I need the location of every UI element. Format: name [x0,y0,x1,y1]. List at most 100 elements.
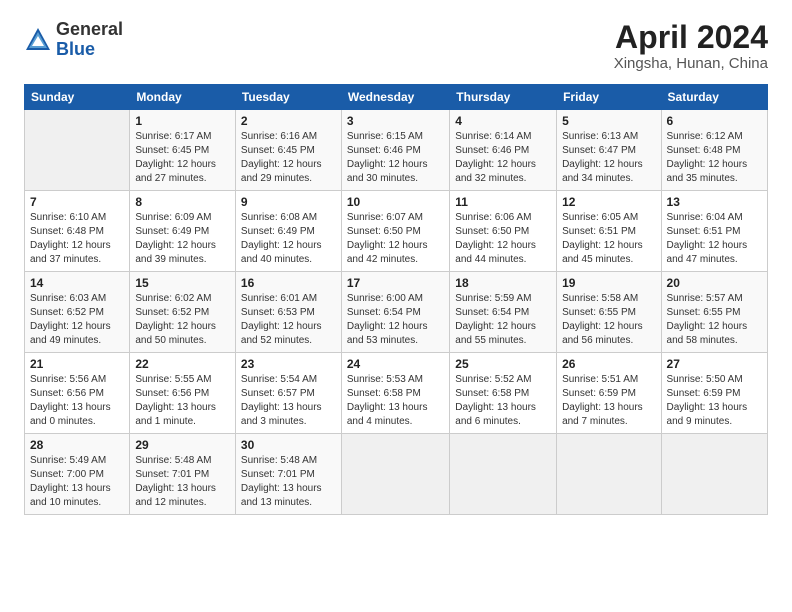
day-number: 17 [347,276,444,290]
calendar-body: 1Sunrise: 6:17 AMSunset: 6:45 PMDaylight… [25,110,768,515]
title-block: April 2024 Xingsha, Hunan, China [614,20,768,72]
day-info: Sunrise: 5:51 AMSunset: 6:59 PMDaylight:… [562,373,655,429]
calendar-cell: 14 Sunrise: 6:03 AMSunset: 6:52 PMDayligh… [25,272,130,353]
day-info: Sunrise: 5:53 AMSunset: 6:58 PMDaylight:… [347,373,444,429]
day-number: 7 [30,195,124,209]
day-info: Sunrise: 5:52 AMSunset: 6:58 PMDaylight:… [455,373,551,429]
calendar-week-row: 28 Sunrise: 5:49 AMSunset: 7:00 PMDayligh… [25,434,768,515]
calendar-cell [450,434,557,515]
calendar-week-row: 14 Sunrise: 6:03 AMSunset: 6:52 PMDayligh… [25,272,768,353]
page: General Blue April 2024 Xingsha, Hunan, … [0,0,792,531]
calendar-cell [557,434,661,515]
calendar-title: April 2024 [614,20,768,55]
calendar-cell: 11Sunrise: 6:06 AMSunset: 6:50 PMDayligh… [450,191,557,272]
day-info: Sunrise: 6:04 AMSunset: 6:51 PMDaylight:… [667,211,762,267]
logo-icon [24,26,52,54]
day-number: 16 [241,276,336,290]
day-info: Sunrise: 6:01 AMSunset: 6:53 PMDaylight:… [241,292,336,348]
day-number: 24 [347,357,444,371]
day-info: Sunrise: 5:50 AMSunset: 6:59 PMDaylight:… [667,373,762,429]
calendar-table: SundayMondayTuesdayWednesdayThursdayFrid… [24,84,768,515]
logo-text: General Blue [56,20,123,60]
calendar-cell: 2 Sunrise: 6:16 AMSunset: 6:45 PMDaylight… [235,110,341,191]
calendar-cell: 29Sunrise: 5:48 AMSunset: 7:01 PMDayligh… [130,434,236,515]
logo-blue-text: Blue [56,40,123,60]
calendar-week-row: 21Sunrise: 5:56 AMSunset: 6:56 PMDayligh… [25,353,768,434]
day-info: Sunrise: 6:06 AMSunset: 6:50 PMDaylight:… [455,211,551,267]
calendar-week-row: 7Sunrise: 6:10 AMSunset: 6:48 PMDaylight… [25,191,768,272]
day-number: 27 [667,357,762,371]
day-info: Sunrise: 6:05 AMSunset: 6:51 PMDaylight:… [562,211,655,267]
day-number: 30 [241,438,336,452]
calendar-week-row: 1Sunrise: 6:17 AMSunset: 6:45 PMDaylight… [25,110,768,191]
day-number: 22 [135,357,230,371]
day-number: 9 [241,195,336,209]
day-info: Sunrise: 6:07 AMSunset: 6:50 PMDaylight:… [347,211,444,267]
calendar-cell: 23 Sunrise: 5:54 AMSunset: 6:57 PMDayligh… [235,353,341,434]
day-number: 2 [241,114,336,128]
calendar-cell: 24 Sunrise: 5:53 AMSunset: 6:58 PMDayligh… [341,353,449,434]
calendar-cell [661,434,767,515]
day-info: Sunrise: 5:54 AMSunset: 6:57 PMDaylight:… [241,373,336,429]
day-number: 18 [455,276,551,290]
calendar-cell: 9Sunrise: 6:08 AMSunset: 6:49 PMDaylight… [235,191,341,272]
day-number: 21 [30,357,124,371]
calendar-cell [341,434,449,515]
day-number: 26 [562,357,655,371]
calendar-cell: 3 Sunrise: 6:15 AMSunset: 6:46 PMDaylight… [341,110,449,191]
day-number: 15 [135,276,230,290]
calendar-header: SundayMondayTuesdayWednesdayThursdayFrid… [25,85,768,110]
calendar-cell: 16 Sunrise: 6:01 AMSunset: 6:53 PMDayligh… [235,272,341,353]
day-number: 14 [30,276,124,290]
calendar-cell: 17 Sunrise: 6:00 AMSunset: 6:54 PMDayligh… [341,272,449,353]
day-info: Sunrise: 6:14 AMSunset: 6:46 PMDaylight:… [455,130,551,186]
day-info: Sunrise: 5:49 AMSunset: 7:00 PMDaylight:… [30,454,124,510]
day-info: Sunrise: 6:03 AMSunset: 6:52 PMDaylight:… [30,292,124,348]
logo-general-text: General [56,20,123,40]
weekday-header: Saturday [661,85,767,110]
calendar-subtitle: Xingsha, Hunan, China [614,55,768,72]
weekday-header: Friday [557,85,661,110]
calendar-cell: 26 Sunrise: 5:51 AMSunset: 6:59 PMDayligh… [557,353,661,434]
day-info: Sunrise: 5:48 AMSunset: 7:01 PMDaylight:… [241,454,336,510]
weekday-header: Sunday [25,85,130,110]
day-number: 1 [135,114,230,128]
day-number: 3 [347,114,444,128]
day-info: Sunrise: 5:59 AMSunset: 6:54 PMDaylight:… [455,292,551,348]
calendar-cell: 19Sunrise: 5:58 AMSunset: 6:55 PMDayligh… [557,272,661,353]
day-info: Sunrise: 5:58 AMSunset: 6:55 PMDaylight:… [562,292,655,348]
weekday-header: Thursday [450,85,557,110]
day-number: 6 [667,114,762,128]
weekday-row: SundayMondayTuesdayWednesdayThursdayFrid… [25,85,768,110]
calendar-cell [25,110,130,191]
day-info: Sunrise: 6:09 AMSunset: 6:49 PMDaylight:… [135,211,230,267]
day-number: 28 [30,438,124,452]
weekday-header: Wednesday [341,85,449,110]
day-number: 20 [667,276,762,290]
header: General Blue April 2024 Xingsha, Hunan, … [24,20,768,72]
calendar-cell: 13 Sunrise: 6:04 AMSunset: 6:51 PMDayligh… [661,191,767,272]
day-info: Sunrise: 5:55 AMSunset: 6:56 PMDaylight:… [135,373,230,429]
calendar-cell: 15Sunrise: 6:02 AMSunset: 6:52 PMDayligh… [130,272,236,353]
day-number: 23 [241,357,336,371]
calendar-cell: 12 Sunrise: 6:05 AMSunset: 6:51 PMDayligh… [557,191,661,272]
calendar-cell: 22 Sunrise: 5:55 AMSunset: 6:56 PMDayligh… [130,353,236,434]
calendar-cell: 10Sunrise: 6:07 AMSunset: 6:50 PMDayligh… [341,191,449,272]
logo: General Blue [24,20,123,60]
day-info: Sunrise: 6:12 AMSunset: 6:48 PMDaylight:… [667,130,762,186]
weekday-header: Tuesday [235,85,341,110]
day-info: Sunrise: 6:16 AMSunset: 6:45 PMDaylight:… [241,130,336,186]
day-number: 12 [562,195,655,209]
day-number: 8 [135,195,230,209]
day-info: Sunrise: 6:15 AMSunset: 6:46 PMDaylight:… [347,130,444,186]
calendar-cell: 28 Sunrise: 5:49 AMSunset: 7:00 PMDayligh… [25,434,130,515]
calendar-cell: 6 Sunrise: 6:12 AMSunset: 6:48 PMDaylight… [661,110,767,191]
day-info: Sunrise: 5:48 AMSunset: 7:01 PMDaylight:… [135,454,230,510]
day-info: Sunrise: 6:13 AMSunset: 6:47 PMDaylight:… [562,130,655,186]
calendar-cell: 4Sunrise: 6:14 AMSunset: 6:46 PMDaylight… [450,110,557,191]
calendar-cell: 21Sunrise: 5:56 AMSunset: 6:56 PMDayligh… [25,353,130,434]
day-number: 13 [667,195,762,209]
weekday-header: Monday [130,85,236,110]
day-info: Sunrise: 6:00 AMSunset: 6:54 PMDaylight:… [347,292,444,348]
calendar-cell: 20Sunrise: 5:57 AMSunset: 6:55 PMDayligh… [661,272,767,353]
